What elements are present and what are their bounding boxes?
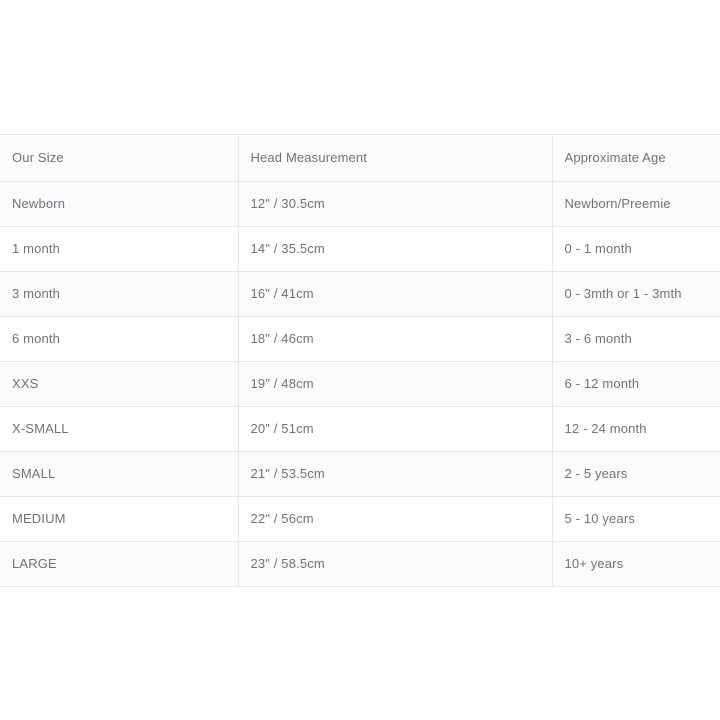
- table-row: LARGE 23" / 58.5cm 10+ years: [0, 541, 720, 587]
- table-cell-size: MEDIUM: [0, 496, 239, 542]
- table-row: XXS 19" / 48cm 6 - 12 month: [0, 361, 720, 407]
- column-header-approximate-age: Approximate Age: [552, 134, 720, 182]
- table-cell-age: 3 - 6 month: [552, 316, 720, 362]
- size-chart-table: Our Size Head Measurement Approximate Ag…: [0, 134, 720, 587]
- table-cell-head: 22" / 56cm: [238, 496, 553, 542]
- table-row: SMALL 21" / 53.5cm 2 - 5 years: [0, 451, 720, 497]
- table-cell-size: X-SMALL: [0, 406, 239, 452]
- table-header: Our Size Head Measurement Approximate Ag…: [0, 134, 720, 182]
- table-row: 6 month 18" / 46cm 3 - 6 month: [0, 316, 720, 362]
- table-cell-age: 10+ years: [552, 541, 720, 587]
- table-cell-size: LARGE: [0, 541, 239, 587]
- table-cell-head: 14" / 35.5cm: [238, 226, 553, 272]
- table-row: 1 month 14" / 35.5cm 0 - 1 month: [0, 226, 720, 272]
- table-cell-age: 12 - 24 month: [552, 406, 720, 452]
- table-cell-size: XXS: [0, 361, 239, 407]
- table-header-row: Our Size Head Measurement Approximate Ag…: [0, 134, 720, 182]
- table-body: Newborn 12" / 30.5cm Newborn/Preemie 1 mont…: [0, 181, 720, 587]
- table-cell-age: 0 - 1 month: [552, 226, 720, 272]
- table-cell-size: Newborn: [0, 181, 239, 227]
- table-cell-head: 12" / 30.5cm: [238, 181, 553, 227]
- page-root: Our Size Head Measurement Approximate Ag…: [0, 0, 720, 720]
- table-cell-size: 1 month: [0, 226, 239, 272]
- table-cell-head: 21" / 53.5cm: [238, 451, 553, 497]
- table-row: MEDIUM 22" / 56cm 5 - 10 years: [0, 496, 720, 542]
- size-chart-container: Our Size Head Measurement Approximate Ag…: [0, 134, 720, 587]
- table-cell-head: 23" / 58.5cm: [238, 541, 553, 587]
- table-cell-size: 3 month: [0, 271, 239, 317]
- table-row: X-SMALL 20" / 51cm 12 - 24 month: [0, 406, 720, 452]
- table-cell-age: 6 - 12 month: [552, 361, 720, 407]
- table-cell-age: 2 - 5 years: [552, 451, 720, 497]
- column-header-head-measurement: Head Measurement: [238, 134, 553, 182]
- table-cell-age: 5 - 10 years: [552, 496, 720, 542]
- table-cell-size: 6 month: [0, 316, 239, 362]
- table-cell-head: 19" / 48cm: [238, 361, 553, 407]
- table-row: Newborn 12" / 30.5cm Newborn/Preemie: [0, 181, 720, 227]
- table-cell-head: 16" / 41cm: [238, 271, 553, 317]
- table-cell-head: 20" / 51cm: [238, 406, 553, 452]
- table-cell-head: 18" / 46cm: [238, 316, 553, 362]
- table-cell-age: 0 - 3mth or 1 - 3mth: [552, 271, 720, 317]
- table-cell-age: Newborn/Preemie: [552, 181, 720, 227]
- table-row: 3 month 16" / 41cm 0 - 3mth or 1 - 3mth: [0, 271, 720, 317]
- column-header-our-size: Our Size: [0, 134, 239, 182]
- table-cell-size: SMALL: [0, 451, 239, 497]
